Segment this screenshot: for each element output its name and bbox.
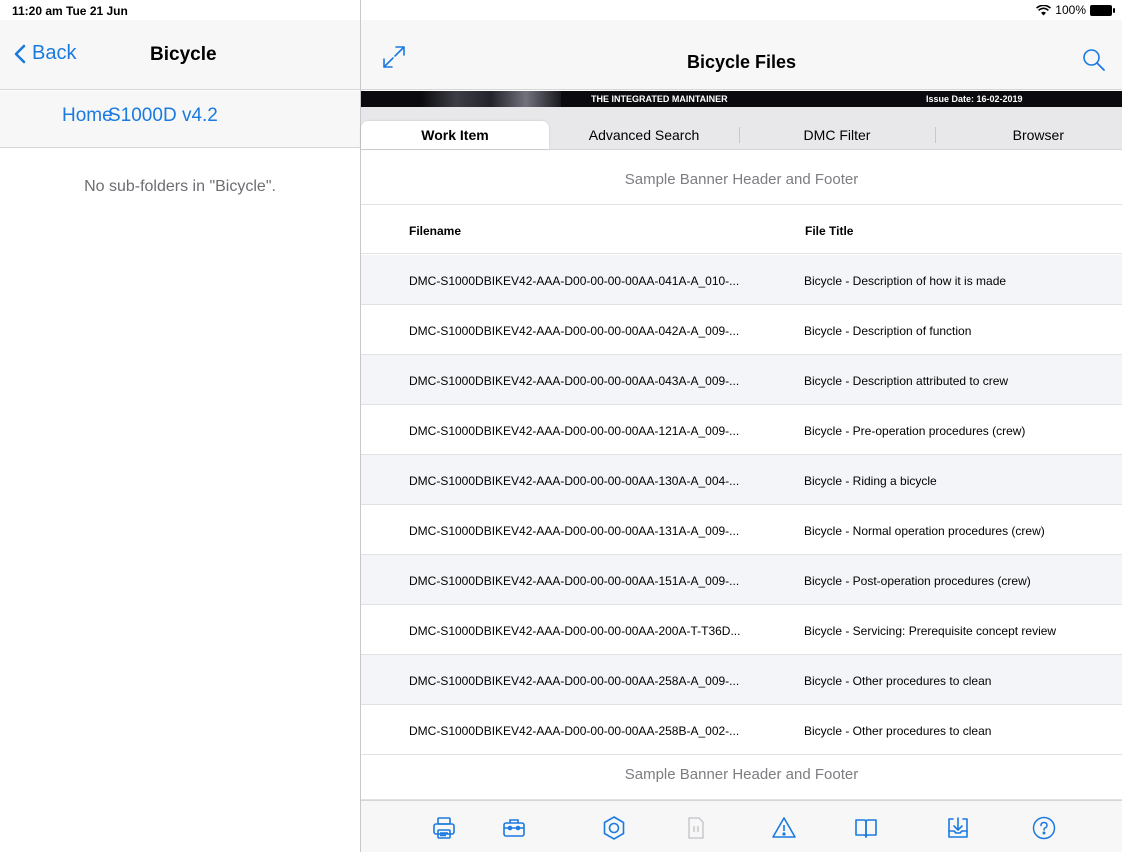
file-title-cell: Bicycle - Other procedures to clean [804, 724, 992, 738]
file-title-cell: Bicycle - Description attributed to crew [804, 374, 1009, 388]
table-row[interactable]: DMC-S1000DBIKEV42-AAA-D00-00-00-00AA-131… [361, 505, 1122, 555]
filename-cell: DMC-S1000DBIKEV42-AAA-D00-00-00-00AA-258… [409, 724, 740, 738]
breadcrumb: Home S1000D v4.2 [0, 91, 360, 148]
book-button[interactable] [853, 815, 879, 841]
filename-cell: DMC-S1000DBIKEV42-AAA-D00-00-00-00AA-121… [409, 424, 740, 438]
file-title-cell: Bicycle - Servicing: Prerequisite concep… [804, 624, 1057, 638]
warning-icon [772, 817, 796, 838]
table-row[interactable]: DMC-S1000DBIKEV42-AAA-D00-00-00-00AA-043… [361, 355, 1122, 405]
breadcrumb-s1000d[interactable]: S1000D v4.2 [108, 105, 218, 127]
tab-browser[interactable]: Browser [935, 121, 1122, 149]
banner-header: Sample Banner Header and Footer [361, 155, 1122, 205]
filename-cell: DMC-S1000DBIKEV42-AAA-D00-00-00-00AA-130… [409, 474, 740, 488]
file-title-cell: Bicycle - Description of function [804, 324, 972, 338]
file-title-cell: Bicycle - Description of how it is made [804, 274, 1007, 288]
table-row[interactable]: DMC-S1000DBIKEV42-AAA-D00-00-00-00AA-121… [361, 405, 1122, 455]
help-icon [1032, 816, 1056, 840]
column-filename: Filename [409, 224, 462, 238]
hexagon-nut-icon [603, 816, 625, 840]
filename-cell: DMC-S1000DBIKEV42-AAA-D00-00-00-00AA-043… [409, 374, 740, 388]
chevron-left-icon [14, 44, 26, 63]
table-row[interactable]: DMC-S1000DBIKEV42-AAA-D00-00-00-00AA-042… [361, 305, 1122, 355]
tab-dmc-filter[interactable]: DMC Filter [739, 121, 935, 149]
table-row[interactable]: DMC-S1000DBIKEV42-AAA-D00-00-00-00AA-200… [361, 605, 1122, 655]
tab-bar: Work Item Advanced Search DMC Filter Bro… [361, 107, 1122, 150]
toolbox-button[interactable] [501, 815, 527, 841]
banner-image [421, 91, 561, 107]
search-button[interactable] [1082, 48, 1106, 77]
parts-button[interactable] [601, 815, 627, 841]
toolbox-icon [503, 819, 525, 837]
sidebar-title: Bicycle [150, 44, 217, 65]
file-title-cell: Bicycle - Other procedures to clean [804, 674, 992, 688]
banner-title: THE INTEGRATED MAINTAINER [591, 94, 728, 104]
tab-advanced-search[interactable]: Advanced Search [549, 121, 739, 149]
print-button[interactable] [431, 815, 457, 841]
bottom-toolbar [361, 800, 1122, 852]
files-pane: Bicycle Files THE INTEGRATED MAINTAINER … [361, 0, 1122, 852]
table-row[interactable]: DMC-S1000DBIKEV42-AAA-D00-00-00-00AA-258… [361, 705, 1122, 755]
filename-cell: DMC-S1000DBIKEV42-AAA-D00-00-00-00AA-042… [409, 324, 740, 338]
filename-cell: DMC-S1000DBIKEV42-AAA-D00-00-00-00AA-200… [409, 624, 741, 638]
file-title-cell: Bicycle - Post-operation procedures (cre… [804, 574, 1031, 588]
book-icon [855, 819, 877, 838]
document-button[interactable] [683, 815, 709, 841]
page-title: Bicycle Files [686, 52, 797, 72]
column-file-title: File Title [805, 224, 854, 238]
document-icon [688, 817, 704, 839]
printer-icon [433, 817, 455, 839]
warning-button[interactable] [771, 815, 797, 841]
back-button[interactable]: Back [14, 42, 76, 65]
download-button[interactable] [945, 815, 971, 841]
table-row[interactable]: DMC-S1000DBIKEV42-AAA-D00-00-00-00AA-151… [361, 555, 1122, 605]
back-label: Back [32, 42, 77, 64]
breadcrumb-home[interactable]: Home [62, 105, 113, 127]
search-icon [1083, 49, 1105, 71]
table-header: Filename File Title [361, 205, 1122, 254]
folder-sidebar: Back Bicycle Home S1000D v4.2 No sub-fol… [0, 0, 361, 852]
banner-issue-date: Issue Date: 16-02-2019 [926, 94, 1023, 104]
battery-percent: 100% [1055, 3, 1086, 17]
filename-cell: DMC-S1000DBIKEV42-AAA-D00-00-00-00AA-258… [409, 674, 740, 688]
help-button[interactable] [1031, 815, 1057, 841]
status-time: 11:20 am Tue 21 Jun [12, 4, 128, 18]
file-title-cell: Bicycle - Riding a bicycle [804, 474, 937, 488]
file-title-cell: Bicycle - Pre-operation procedures (crew… [804, 424, 1026, 438]
table-row[interactable]: DMC-S1000DBIKEV42-AAA-D00-00-00-00AA-258… [361, 655, 1122, 705]
download-icon [948, 817, 968, 838]
sidebar-nav-bar: Back Bicycle [0, 20, 360, 90]
banner-footer: Sample Banner Header and Footer [361, 750, 1122, 800]
maintainer-banner: THE INTEGRATED MAINTAINER Issue Date: 16… [361, 91, 1122, 107]
filename-cell: DMC-S1000DBIKEV42-AAA-D00-00-00-00AA-151… [409, 574, 740, 588]
filename-cell: DMC-S1000DBIKEV42-AAA-D00-00-00-00AA-131… [409, 524, 740, 538]
files-nav-bar: Bicycle Files [361, 20, 1122, 90]
table-row[interactable]: DMC-S1000DBIKEV42-AAA-D00-00-00-00AA-041… [361, 255, 1122, 305]
empty-folder-message: No sub-folders in "Bicycle". [84, 178, 276, 195]
filename-cell: DMC-S1000DBIKEV42-AAA-D00-00-00-00AA-041… [409, 274, 740, 288]
status-bar: 11:20 am Tue 21 Jun 100% [0, 0, 1122, 20]
wifi-icon [1036, 4, 1052, 15]
status-battery: 100% [1036, 3, 1115, 17]
file-title-cell: Bicycle - Normal operation procedures (c… [804, 524, 1045, 538]
tab-work-item[interactable]: Work Item [361, 121, 549, 149]
table-row[interactable]: DMC-S1000DBIKEV42-AAA-D00-00-00-00AA-130… [361, 455, 1122, 505]
battery-icon [1090, 4, 1115, 16]
